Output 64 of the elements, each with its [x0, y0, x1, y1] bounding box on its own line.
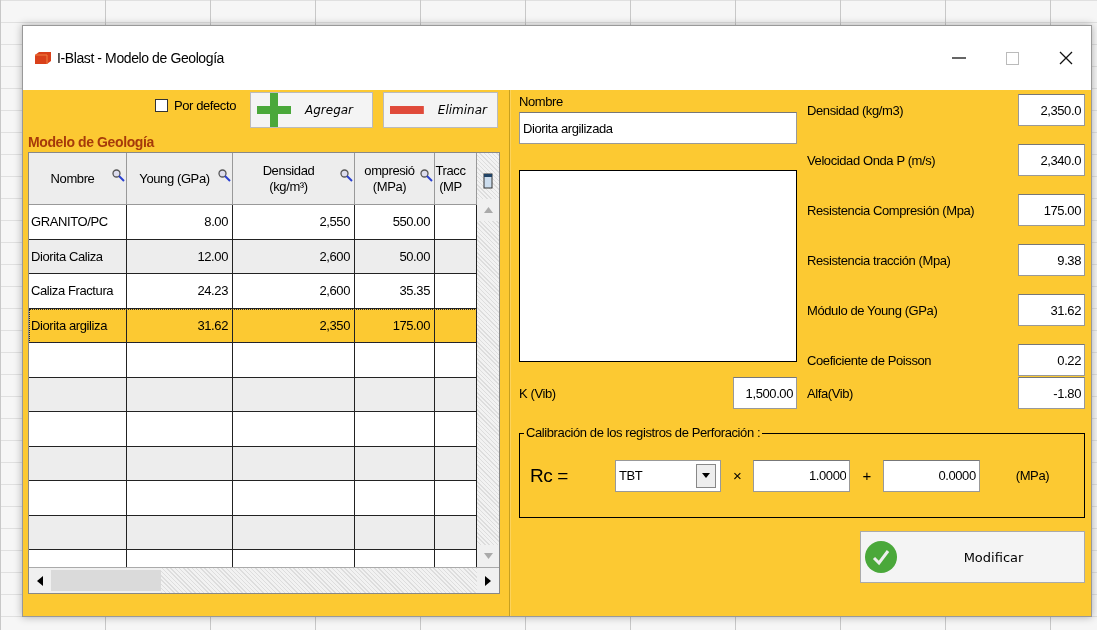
dropdown-arrow-icon — [702, 473, 710, 478]
column-header[interactable]: Densidad (kg/m³) — [233, 153, 355, 205]
table-row[interactable]: Caliza Fractura 24.23 2,600 35.35 — [29, 274, 477, 309]
checkbox-label: Por defecto — [173, 98, 236, 113]
property-label: Módulo de Young (GPa) — [807, 302, 938, 318]
table-row[interactable]: Diorita Caliza 12.00 2,600 50.00 — [29, 239, 477, 274]
search-icon[interactable] — [420, 169, 433, 182]
unit-label: (MPa) — [1015, 468, 1050, 483]
group-title: Calibración de los registros de Perforación : — [524, 425, 763, 440]
modify-button[interactable]: Modificar — [860, 531, 1085, 583]
table-row[interactable]: Diorita argiliza 31.62 2,350 175.00 — [29, 308, 477, 343]
column-header[interactable]: Young (GPa) — [127, 153, 233, 205]
property-label: Resistencia Compresión (Mpa) — [807, 202, 975, 218]
column-header[interactable]: Nombre — [29, 153, 127, 205]
k-field[interactable]: 1,500.00 — [733, 377, 797, 409]
property-label: Densidad (kg/m3) — [807, 102, 904, 118]
table-cell: 8.00 — [127, 205, 233, 240]
property-field[interactable]: 9.38 — [1018, 244, 1085, 276]
search-icon[interactable] — [112, 169, 125, 182]
property-field[interactable]: 2,350.0 — [1018, 94, 1085, 126]
alfa-label: Alfa(Vib) — [807, 385, 853, 401]
property-field[interactable]: 175.00 — [1018, 194, 1085, 226]
brick-icon — [35, 52, 51, 64]
property-label: Coeficiente de Poisson — [807, 352, 932, 368]
property-field[interactable]: 31.62 — [1018, 294, 1085, 326]
property-field[interactable]: 2,340.0 — [1018, 144, 1085, 176]
name-label: Nombre — [519, 94, 563, 109]
column-header[interactable]: ompresió (MPa) — [355, 153, 435, 205]
table-cell: 550.00 — [355, 205, 435, 240]
table-cell: 35.35 — [355, 274, 435, 309]
table-cell: Caliza Fractura — [29, 274, 127, 309]
table-cell: GRANITO/PC — [29, 205, 127, 240]
multiply-sign: × — [733, 467, 742, 484]
table-cell: 2,550 — [233, 205, 355, 240]
table-row[interactable]: GRANITO/PC 8.00 2,550 550.00 — [29, 205, 477, 240]
table-cell: 24.23 — [127, 274, 233, 309]
horizontal-scrollbar[interactable] — [29, 567, 499, 593]
vertical-scrollbar[interactable] — [477, 153, 499, 567]
property-label: Resistencia tracción (Mpa) — [807, 252, 951, 268]
name-field[interactable]: Diorita argilizada — [519, 112, 797, 144]
add-button[interactable]: Agregar — [250, 92, 373, 128]
minus-icon — [390, 106, 424, 114]
table-cell: 2,600 — [233, 274, 355, 309]
left-arrow-icon[interactable] — [37, 575, 43, 586]
offset-field[interactable]: 0.0000 — [882, 459, 980, 492]
search-icon[interactable] — [340, 169, 353, 182]
source-dropdown[interactable]: TBT — [615, 459, 721, 492]
remove-button[interactable]: Eliminar — [383, 92, 498, 128]
checkbox[interactable] — [154, 99, 168, 112]
property-field[interactable]: 0.22 — [1018, 344, 1085, 376]
right-arrow-icon[interactable] — [485, 575, 491, 586]
close-icon[interactable] — [1059, 51, 1073, 65]
column-header[interactable]: Tracc (MP — [435, 153, 477, 205]
factor-field[interactable]: 1.0000 — [753, 459, 851, 492]
property-label: Velocidad Onda P (m/s) — [807, 152, 936, 168]
table-title: Modelo de Geología — [28, 134, 154, 152]
alfa-field[interactable]: -1.80 — [1018, 377, 1085, 409]
plus-icon — [257, 93, 291, 127]
k-label: K (Vib) — [519, 385, 556, 401]
checkmark-icon — [865, 541, 897, 573]
window-title: I-Blast - Modelo de Geología — [57, 50, 224, 66]
plus-sign: + — [862, 467, 871, 484]
formula-label: Rc = — [530, 464, 569, 487]
search-icon[interactable] — [218, 169, 231, 182]
